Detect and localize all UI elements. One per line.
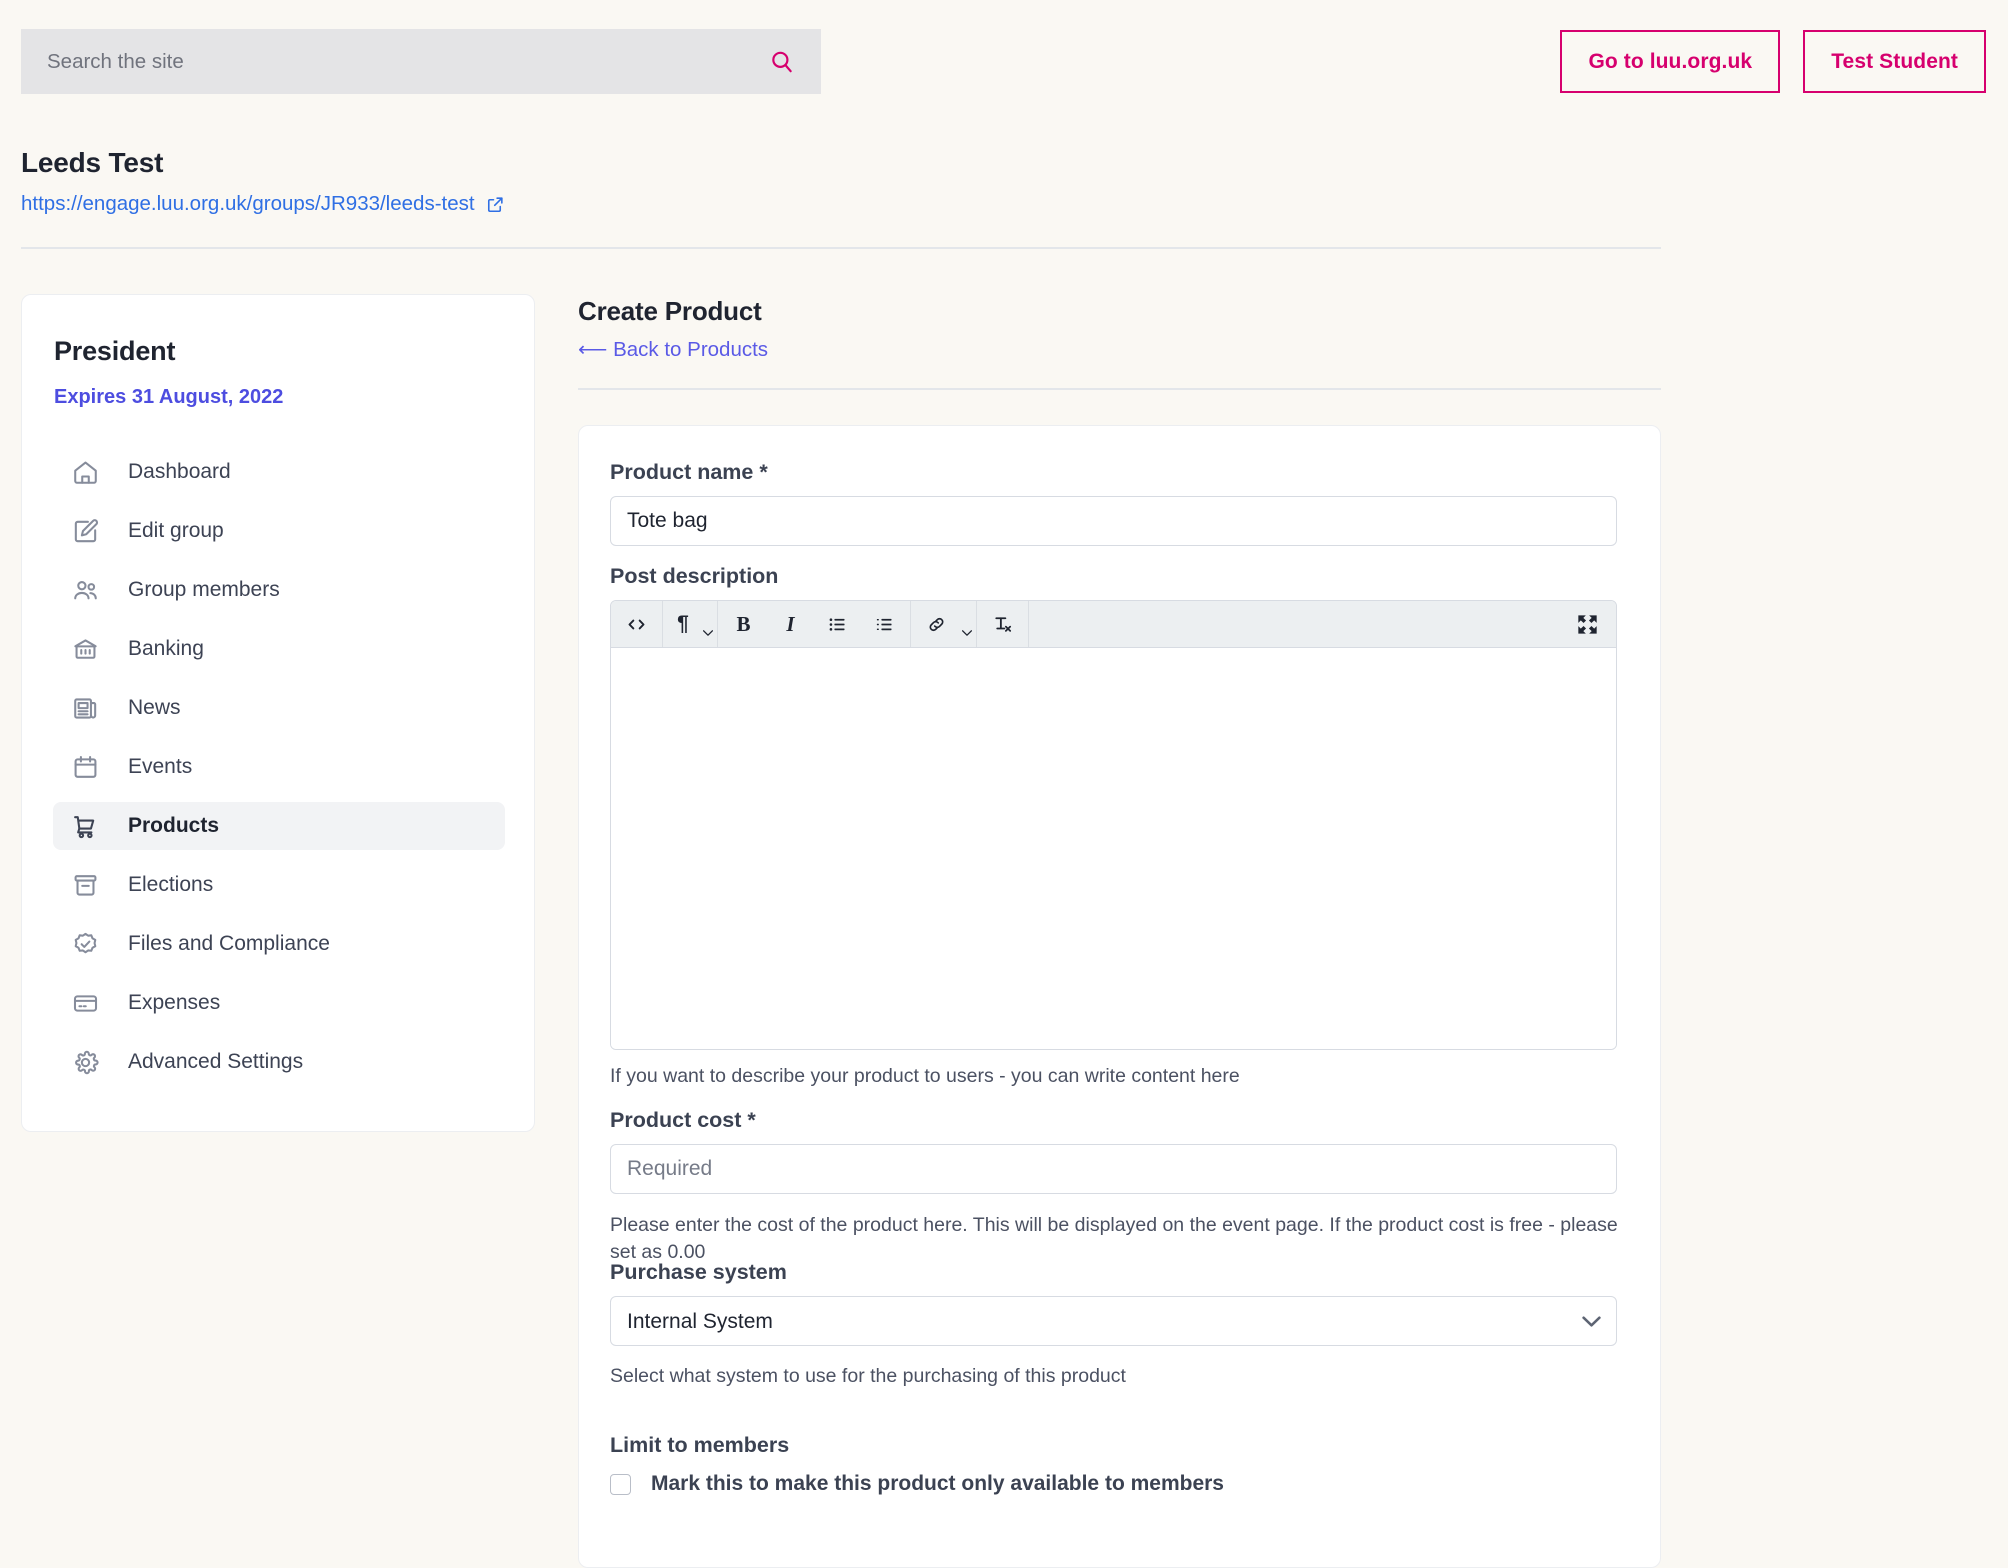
italic-icon[interactable]: I <box>767 601 814 647</box>
editor-group-source <box>611 601 663 647</box>
insert-link-caret-icon[interactable] <box>960 601 974 647</box>
sidebar-expiry-text: Expires 31 August, 2022 <box>54 386 284 408</box>
page-root: Go to luu.org.uk Test Student Leeds Test… <box>0 0 2008 1568</box>
limit-to-members-label: Limit to members <box>610 1433 790 1457</box>
sidebar-item-label: Advanced Settings <box>128 1050 304 1073</box>
purchase-system-help: Select what system to use for the purcha… <box>610 1365 1126 1387</box>
sidebar-item-label: Banking <box>128 637 204 660</box>
sidebar-item-label: Elections <box>128 873 214 896</box>
product-cost-label: Product cost * <box>610 1108 756 1132</box>
external-link-icon[interactable] <box>486 195 505 214</box>
group-url-link[interactable]: https://engage.luu.org.uk/groups/JR933/l… <box>21 192 475 216</box>
rich-text-editor: ¶ B I <box>610 600 1617 1050</box>
editor-body[interactable] <box>611 648 1616 1049</box>
sidebar-role-title: President <box>54 336 176 366</box>
editor-group-clear <box>977 601 1029 647</box>
paragraph-format-icon[interactable]: ¶ <box>665 601 701 647</box>
limit-to-members-row[interactable]: Mark this to make this product only avai… <box>610 1472 1224 1496</box>
paragraph-format-caret-icon[interactable] <box>701 601 715 647</box>
sidebar-item-label: Expenses <box>128 991 221 1014</box>
fullscreen-icon[interactable] <box>1558 601 1616 647</box>
sidebar-item-elections[interactable]: Elections <box>53 861 505 909</box>
top-actions: Go to luu.org.uk Test Student <box>1560 30 1986 93</box>
sidebar-card: President Expires 31 August, 2022 Dashbo… <box>21 294 535 1132</box>
limit-to-members-checkbox-label: Mark this to make this product only avai… <box>651 1472 1224 1495</box>
limit-to-members-checkbox[interactable] <box>610 1473 631 1495</box>
insert-link-icon[interactable] <box>913 601 960 647</box>
purchase-system-select-wrap: Internal System <box>610 1296 1617 1346</box>
sidebar-item-group-members[interactable]: Group members <box>53 566 505 614</box>
search-input[interactable] <box>47 49 769 74</box>
search-bar[interactable] <box>21 29 821 94</box>
post-description-help: If you want to describe your product to … <box>610 1065 1240 1087</box>
unordered-list-icon[interactable] <box>814 601 861 647</box>
product-name-label: Product name * <box>610 460 768 484</box>
sidebar-item-banking[interactable]: Banking <box>53 625 505 673</box>
users-icon <box>71 576 100 605</box>
bold-icon[interactable]: B <box>720 601 767 647</box>
credit-card-icon <box>71 989 100 1018</box>
ordered-list-icon[interactable] <box>861 601 908 647</box>
badge-check-icon <box>71 930 100 959</box>
header-divider <box>21 247 1661 249</box>
sidebar-item-dashboard[interactable]: Dashboard <box>53 448 505 496</box>
editor-group-paragraph: ¶ <box>663 601 718 647</box>
sidebar-item-label: Files and Compliance <box>128 932 330 955</box>
back-to-products-link[interactable]: ⟵ Back to Products <box>578 337 768 362</box>
search-icon[interactable] <box>769 49 795 75</box>
purchase-system-select[interactable]: Internal System <box>610 1296 1617 1346</box>
create-product-heading: Create Product <box>578 296 762 326</box>
sidebar-item-files-and-compliance[interactable]: Files and Compliance <box>53 920 505 968</box>
shopping-cart-icon <box>71 812 100 841</box>
sidebar-item-news[interactable]: News <box>53 684 505 732</box>
sidebar-item-label: Edit group <box>128 519 224 542</box>
newspaper-icon <box>71 694 100 723</box>
sidebar-item-label: News <box>128 696 181 719</box>
purchase-system-label: Purchase system <box>610 1260 787 1284</box>
sidebar-item-label: Events <box>128 755 193 778</box>
product-cost-input[interactable] <box>610 1144 1617 1194</box>
test-student-button[interactable]: Test Student <box>1803 30 1986 93</box>
top-bar: Go to luu.org.uk Test Student <box>0 0 2008 130</box>
clear-formatting-icon[interactable] <box>979 601 1026 647</box>
editor-group-inline: B I <box>718 601 911 647</box>
sidebar-nav: Dashboard Edit group Group members Banki… <box>53 448 505 1097</box>
product-name-input[interactable] <box>610 496 1617 546</box>
sidebar-item-events[interactable]: Events <box>53 743 505 791</box>
pencil-square-icon <box>71 517 100 546</box>
editor-toolbar-spacer <box>1029 601 1558 647</box>
gear-icon <box>71 1048 100 1077</box>
sidebar-item-label: Dashboard <box>128 460 231 483</box>
post-description-label: Post description <box>610 564 779 588</box>
product-cost-help: Please enter the cost of the product her… <box>610 1214 1618 1263</box>
sidebar-item-label: Group members <box>128 578 280 601</box>
main-divider <box>578 388 1661 390</box>
home-icon <box>71 458 100 487</box>
bank-icon <box>71 635 100 664</box>
sidebar-item-label: Products <box>128 814 220 837</box>
sidebar-item-products[interactable]: Products <box>53 802 505 850</box>
calendar-icon <box>71 753 100 782</box>
create-product-form-card: Product name * Post description <box>578 425 1661 1568</box>
sidebar-item-edit-group[interactable]: Edit group <box>53 507 505 555</box>
ballot-box-icon <box>71 871 100 900</box>
editor-toolbar: ¶ B I <box>611 601 1616 648</box>
source-code-icon[interactable] <box>613 601 660 647</box>
page-title: Leeds Test <box>21 147 164 178</box>
sidebar-item-expenses[interactable]: Expenses <box>53 979 505 1027</box>
group-url-row: https://engage.luu.org.uk/groups/JR933/l… <box>21 192 505 216</box>
go-to-luu-button[interactable]: Go to luu.org.uk <box>1560 30 1781 93</box>
editor-group-link <box>911 601 977 647</box>
sidebar-item-advanced-settings[interactable]: Advanced Settings <box>53 1038 505 1086</box>
